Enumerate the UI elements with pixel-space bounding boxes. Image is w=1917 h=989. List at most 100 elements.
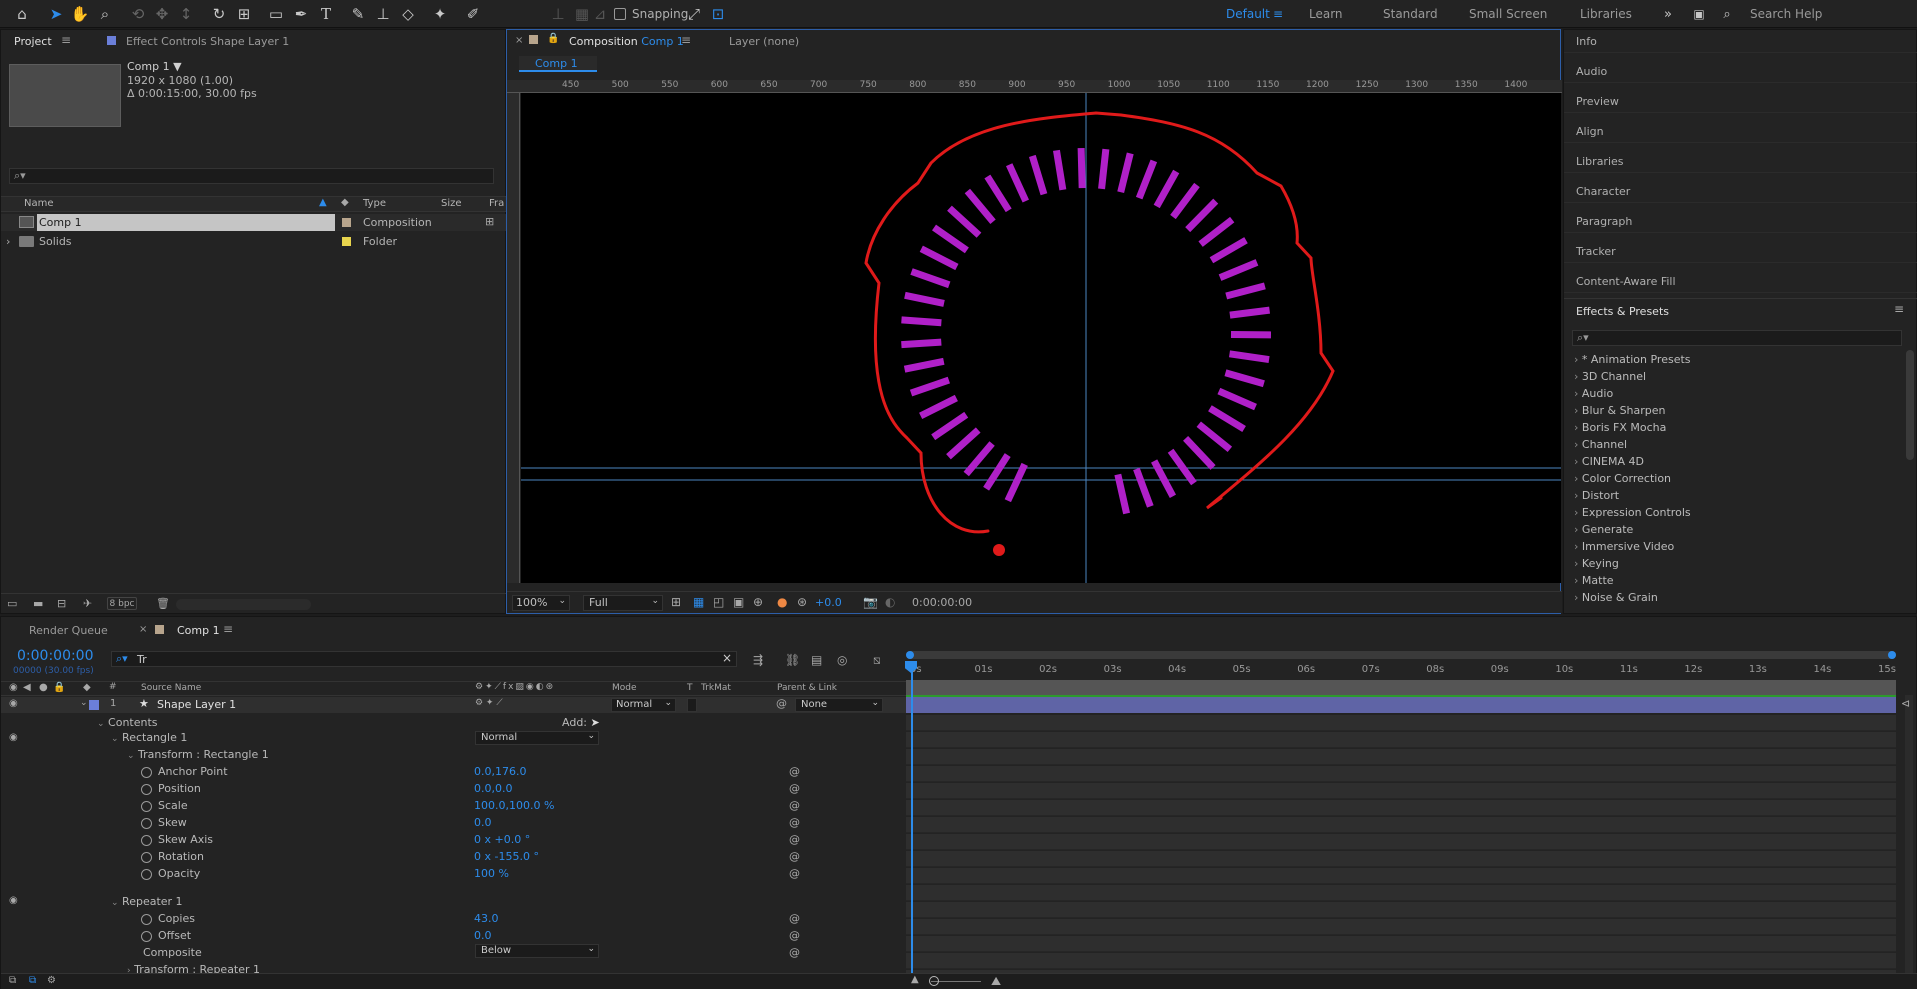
effects-category[interactable]: › Matte	[1574, 574, 1614, 587]
effects-category[interactable]: › Immersive Video	[1574, 540, 1674, 553]
effects-category[interactable]: › Distort	[1574, 489, 1619, 502]
expression-pickwhip-icon[interactable]: @	[789, 867, 800, 880]
close-tab-icon[interactable]: ×	[515, 35, 523, 46]
eye-icon[interactable]: ◉	[9, 732, 18, 743]
more-workspaces-icon[interactable]: »	[1658, 4, 1678, 24]
column-size[interactable]: Size	[441, 198, 462, 209]
timeline-track[interactable]	[906, 936, 1896, 952]
chevron-right-icon[interactable]: ›	[1574, 574, 1582, 587]
region-of-interest-icon[interactable]: ▣	[733, 595, 744, 609]
lock-icon[interactable]: 🔒	[547, 33, 559, 44]
chevron-right-icon[interactable]: ›	[1574, 404, 1582, 417]
property-value[interactable]: 100 %	[474, 867, 509, 880]
expression-pickwhip-icon[interactable]: @	[789, 799, 800, 812]
timeline-menu-icon[interactable]: ≡	[223, 622, 233, 636]
tab-project[interactable]: Project	[14, 35, 52, 48]
zoom-in-icon[interactable]: ⛰	[991, 974, 1001, 989]
add-arrow-icon[interactable]: ➤	[591, 716, 600, 729]
exposure-value[interactable]: +0.0	[815, 596, 842, 609]
eye-icon[interactable]: ◉	[9, 895, 18, 906]
selection-tool-icon[interactable]: ➤	[46, 4, 66, 24]
effects-category[interactable]: › Channel	[1574, 438, 1627, 451]
tab-render-queue[interactable]: Render Queue	[29, 624, 108, 637]
expression-pickwhip-icon[interactable]: @	[789, 816, 800, 829]
expression-pickwhip-icon[interactable]: @	[789, 912, 800, 925]
comp-subtab[interactable]: Comp 1	[519, 56, 597, 72]
layer-switches-toggle-icon[interactable]: ⧉	[9, 975, 16, 986]
stopwatch-icon[interactable]	[141, 851, 152, 863]
column-type[interactable]: Type	[363, 198, 386, 209]
transform-rect-group[interactable]: ⌄ Transform : Rectangle 1	[127, 748, 269, 761]
effects-scrollbar[interactable]	[1906, 350, 1914, 460]
contents-group[interactable]: ⌄ Contents	[97, 716, 158, 729]
expression-pickwhip-icon[interactable]: @	[789, 765, 800, 778]
project-item-row[interactable]: › Solids Folder	[1, 233, 507, 250]
bpc-toggle[interactable]: 8 bpc	[107, 597, 137, 610]
offset-value[interactable]: 0.0	[474, 929, 492, 942]
panel-item-align[interactable]: Align	[1576, 125, 1604, 138]
layer-name[interactable]: Shape Layer 1	[157, 698, 236, 711]
playhead[interactable]	[911, 661, 913, 981]
zoom-dropdown[interactable]: 100% ⌄	[512, 595, 570, 611]
zoom-slider-handle[interactable]	[929, 976, 939, 986]
effects-category[interactable]: › Color Correction	[1574, 472, 1671, 485]
timeline-search-input[interactable]: ⌕▾ Tr ×	[111, 651, 737, 667]
brush-tool-icon[interactable]: ✎	[348, 4, 368, 24]
property-row[interactable]: Position	[141, 782, 201, 795]
property-row[interactable]: Skew Axis	[141, 833, 213, 846]
search-help-input[interactable]: Search Help	[1750, 7, 1822, 21]
interpret-footage-icon[interactable]: ▭	[7, 597, 17, 610]
workspace-learn[interactable]: Learn	[1309, 7, 1343, 21]
layer-row[interactable]: ◉ ⌄ 1 ★ Shape Layer 1 ⚙ ✦ ⟋ Normal ⌄ @ No…	[1, 697, 906, 713]
column-name[interactable]: Name	[24, 198, 54, 209]
tab-composition[interactable]: Composition Comp 1	[569, 35, 684, 48]
tab-comp1[interactable]: Comp 1	[177, 624, 220, 637]
chevron-right-icon[interactable]: ›	[1574, 387, 1582, 400]
project-item-row[interactable]: Comp 1 Composition ⊞	[1, 214, 507, 231]
expression-pickwhip-icon[interactable]: @	[789, 833, 800, 846]
effects-category[interactable]: › Boris FX Mocha	[1574, 421, 1666, 434]
effects-category[interactable]: › Noise & Grain	[1574, 591, 1658, 604]
tab-effect-controls[interactable]: Effect Controls Shape Layer 1	[126, 35, 289, 48]
expression-pickwhip-icon[interactable]: @	[789, 850, 800, 863]
property-value[interactable]: 0.0,176.0	[474, 765, 526, 778]
audio-switch-icon[interactable]: ◀	[23, 682, 31, 693]
property-row[interactable]: Scale	[141, 799, 188, 812]
show-snapshot-icon[interactable]: ◐	[885, 595, 895, 609]
stopwatch-icon[interactable]	[141, 766, 152, 778]
draft-3d-icon[interactable]: ⛓	[785, 653, 800, 667]
expression-pickwhip-icon[interactable]: @	[789, 929, 800, 942]
stopwatch-icon[interactable]	[141, 834, 152, 846]
timeline-track[interactable]	[906, 817, 1896, 833]
timeline-track[interactable]	[906, 885, 1896, 901]
chevron-down-icon[interactable]: ⌄	[80, 698, 88, 708]
snap-option-icon[interactable]: ⤢	[684, 4, 704, 24]
copies-row[interactable]: Copies	[141, 912, 195, 925]
timeline-track[interactable]	[906, 919, 1896, 935]
label-color-swatch[interactable]	[89, 700, 99, 710]
tab-layer[interactable]: Layer (none)	[729, 35, 799, 48]
hand-tool-icon[interactable]: ✋	[70, 4, 90, 24]
property-value[interactable]: 0 x +0.0 °	[474, 833, 530, 846]
fast-previews-icon[interactable]: ⊞	[671, 595, 681, 609]
project-menu-icon[interactable]: ≡	[61, 33, 71, 47]
zoom-tool-icon[interactable]: ⌕	[95, 4, 115, 24]
chevron-right-icon[interactable]: ›	[1574, 370, 1582, 383]
rotate-tool-icon[interactable]: ↻	[209, 4, 229, 24]
label-column-icon[interactable]: ◆	[83, 682, 91, 693]
effects-category[interactable]: › Generate	[1574, 523, 1633, 536]
pan-tool-icon[interactable]: ✥	[152, 4, 172, 24]
workspace-default[interactable]: Default	[1226, 7, 1270, 21]
grid-guides-icon[interactable]: ⊕	[753, 595, 763, 609]
layer-options-icon[interactable]: ⊲	[1901, 697, 1910, 710]
chevron-down-icon[interactable]: ⌄	[111, 898, 119, 908]
effects-category[interactable]: › Blur & Sharpen	[1574, 404, 1666, 417]
mask-visibility-icon[interactable]: ◰	[713, 595, 724, 609]
rectangle-blend-dropdown[interactable]: Normal ⌄	[475, 731, 599, 745]
workspace-toggle-icon[interactable]: ▣	[1689, 4, 1709, 24]
graph-editor-icon[interactable]: ⧅	[873, 653, 881, 668]
shy-layers-icon[interactable]: ▤	[811, 653, 822, 667]
timeline-track[interactable]	[906, 732, 1896, 748]
workspace-libraries[interactable]: Libraries	[1580, 7, 1632, 21]
effects-search-input[interactable]: ⌕▾	[1572, 330, 1902, 346]
